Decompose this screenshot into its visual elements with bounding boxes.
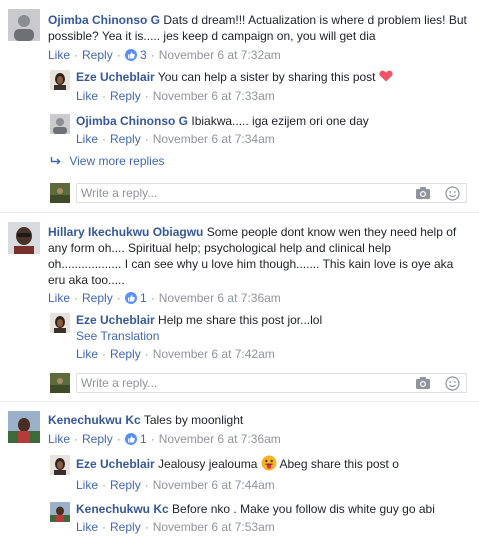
reply-author[interactable]: Eze Ucheblair (76, 313, 155, 327)
like-link[interactable]: Like (76, 520, 98, 534)
reply-link[interactable]: Reply (110, 347, 141, 361)
comment-text-line: eru aka too..... (48, 273, 125, 287)
comment-text: Kenechukwu Kc Tales by moonlight (48, 413, 244, 427)
avatar[interactable] (8, 222, 40, 254)
reply-text: Eze Ucheblair Jealousy jealouma Abeg sha… (76, 455, 399, 471)
reply-author[interactable]: Ojimba Chinonso G (76, 114, 188, 128)
comment-text: Ojimba Chinonso G Dats d dream!!! Actual… (48, 12, 467, 28)
reaction-count[interactable]: 1 (140, 291, 147, 305)
reply-text: Kenechukwu Kc Before nko . Make you foll… (76, 502, 435, 516)
timestamp[interactable]: November 6 at 7:53am (153, 520, 275, 534)
comment-text: Hillary Ikechukwu Obiagwu Some people do… (48, 225, 457, 239)
comment-text-line: any form oh.... Spiritual help; psycholo… (48, 241, 391, 255)
comment-author[interactable]: Ojimba Chinonso G (48, 13, 160, 27)
tongue-out-emoji-icon (261, 455, 277, 471)
timestamp[interactable]: November 6 at 7:34am (153, 132, 275, 146)
avatar[interactable] (50, 70, 70, 90)
timestamp[interactable]: November 6 at 7:36am (159, 432, 281, 446)
comment-text-line: Dats d dream!!! Actualization is where d… (163, 13, 467, 27)
timestamp[interactable]: November 6 at 7:32am (159, 48, 281, 62)
like-link[interactable]: Like (76, 132, 98, 146)
reply-input[interactable] (77, 184, 381, 202)
reply-text: Eze Ucheblair Help me share this post jo… (76, 313, 323, 327)
divider (0, 401, 479, 402)
comment-actions: Like · Reply · 1 · November 6 at 7:36am (48, 432, 281, 446)
view-more-replies-link[interactable]: View more replies (50, 153, 165, 169)
reply-author[interactable]: Kenechukwu Kc (76, 502, 169, 516)
comment-text-line: oh.................. I can see why u lov… (48, 257, 454, 271)
comment-author[interactable]: Hillary Ikechukwu Obiagwu (48, 225, 203, 239)
reply-actions: Like · Reply · November 6 at 7:33am (76, 89, 275, 103)
reply-link[interactable]: Reply (110, 132, 141, 146)
avatar[interactable] (50, 455, 70, 475)
reply-actions: Like · Reply · November 6 at 7:42am (76, 347, 275, 361)
reply-arrow-icon (50, 157, 61, 165)
comment-author[interactable]: Kenechukwu Kc (48, 413, 141, 427)
reply-link[interactable]: Reply (82, 291, 113, 305)
reaction-count[interactable]: 3 (140, 48, 147, 62)
timestamp[interactable]: November 6 at 7:36am (159, 291, 281, 305)
reply-actions: Like · Reply · November 6 at 7:34am (76, 132, 275, 146)
camera-icon[interactable] (415, 376, 431, 390)
like-link[interactable]: Like (76, 347, 98, 361)
avatar[interactable] (50, 502, 70, 522)
reply-composer (76, 373, 467, 393)
avatar[interactable] (8, 411, 40, 443)
timestamp[interactable]: November 6 at 7:44am (153, 478, 275, 492)
avatar[interactable] (50, 313, 70, 333)
emoji-icon[interactable] (445, 376, 460, 391)
reply-link[interactable]: Reply (110, 89, 141, 103)
like-reaction-icon[interactable] (124, 292, 137, 304)
reply-text: Eze Ucheblair You can help a sister by s… (76, 69, 393, 85)
like-link[interactable]: Like (76, 89, 98, 103)
timestamp[interactable]: November 6 at 7:42am (153, 347, 275, 361)
like-link[interactable]: Like (76, 478, 98, 492)
comment-actions: Like · Reply · 3 · November 6 at 7:32am (48, 48, 281, 62)
reaction-count[interactable]: 1 (140, 432, 147, 446)
avatar (50, 183, 70, 203)
camera-icon[interactable] (415, 186, 431, 200)
comment-actions: Like · Reply · 1 · November 6 at 7:36am (48, 291, 281, 305)
emoji-icon[interactable] (445, 186, 460, 201)
reply-composer (76, 183, 467, 203)
like-link[interactable]: Like (48, 291, 70, 305)
reply-link[interactable]: Reply (82, 48, 113, 62)
reply-actions: Like · Reply · November 6 at 7:44am (76, 478, 275, 492)
like-reaction-icon[interactable] (124, 433, 137, 445)
divider (0, 212, 479, 213)
heart-emoji-icon (379, 70, 393, 82)
like-reaction-icon[interactable] (124, 49, 137, 61)
reply-link[interactable]: Reply (82, 432, 113, 446)
reply-author[interactable]: Eze Ucheblair (76, 70, 155, 84)
reply-input[interactable] (77, 374, 381, 392)
see-translation-link[interactable]: See Translation (76, 328, 159, 344)
reply-text: Ojimba Chinonso G Ibiakwa..... iga ezije… (76, 114, 369, 128)
timestamp[interactable]: November 6 at 7:33am (153, 89, 275, 103)
reply-link[interactable]: Reply (110, 520, 141, 534)
reply-author[interactable]: Eze Ucheblair (76, 457, 155, 471)
reply-actions: Like · Reply · November 6 at 7:53am (76, 520, 275, 534)
like-link[interactable]: Like (48, 48, 70, 62)
comment-text-line: possible? Yea it is..... jes keep d camp… (48, 29, 376, 43)
avatar[interactable] (50, 114, 70, 134)
avatar[interactable] (8, 9, 40, 41)
avatar (50, 373, 70, 393)
reply-link[interactable]: Reply (110, 478, 141, 492)
like-link[interactable]: Like (48, 432, 70, 446)
